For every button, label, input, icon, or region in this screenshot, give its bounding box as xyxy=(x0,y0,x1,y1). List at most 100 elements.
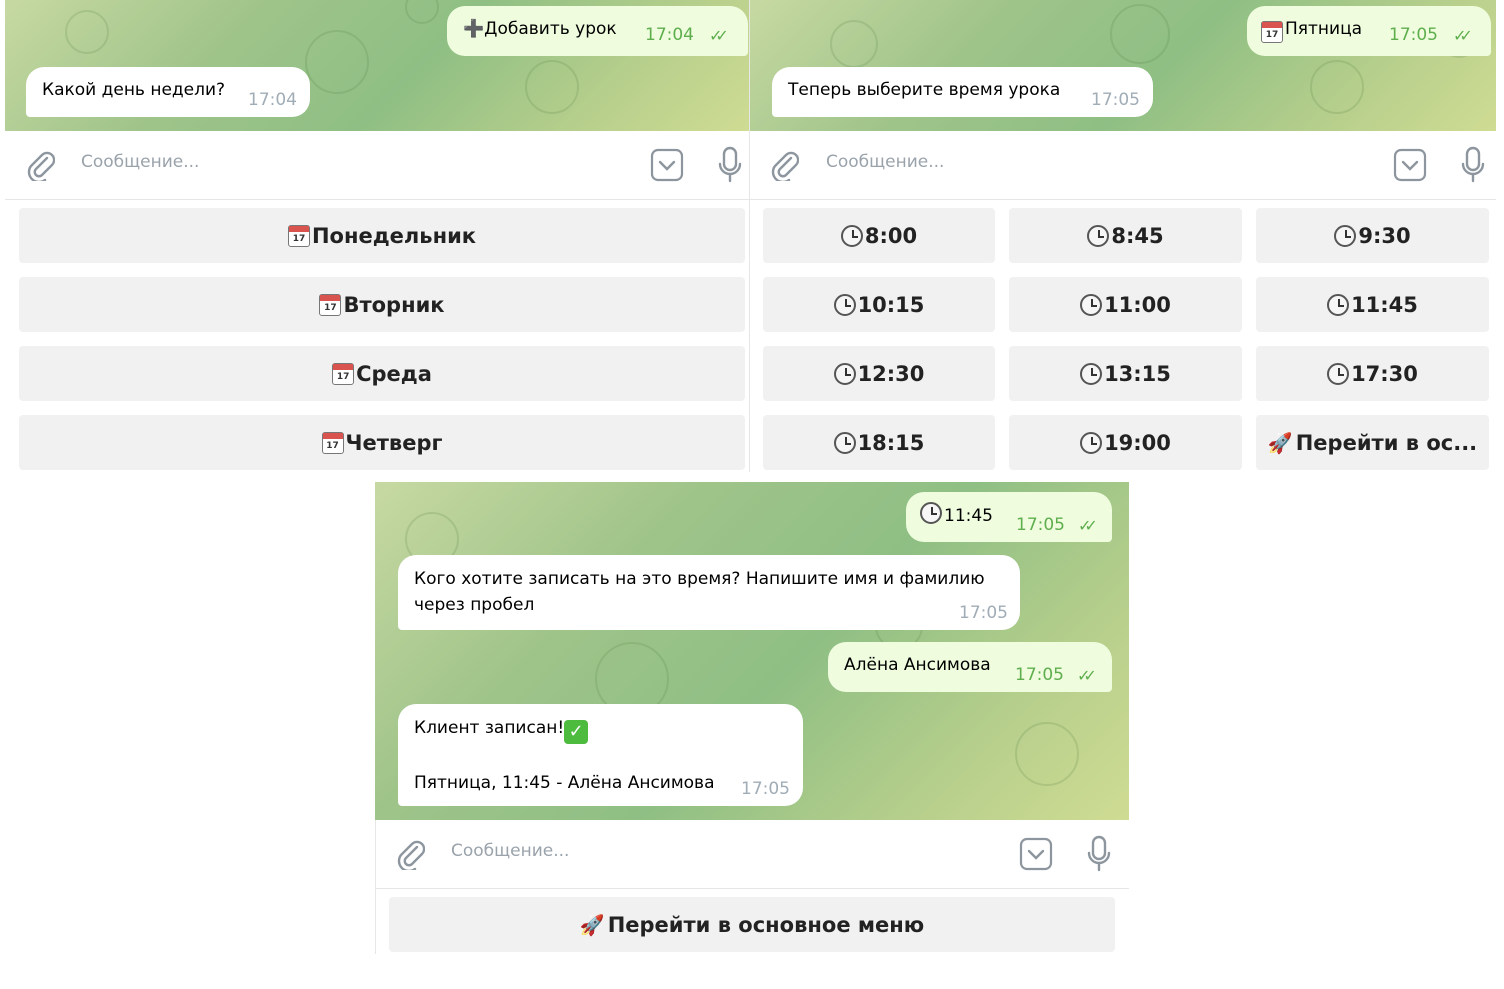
sent-message-add-lesson: ➕Добавить урок 17:04 ✓✓ xyxy=(447,6,748,56)
check-mark-icon: ✓ xyxy=(564,720,589,744)
weekday-label: Среда xyxy=(356,361,432,386)
calendar-icon: 17 xyxy=(332,362,355,385)
time-button-13-15[interactable]: 13:15 xyxy=(1009,346,1242,401)
time-button-9-30[interactable]: 9:30 xyxy=(1256,208,1489,263)
sent-message-time: 11:45 17:05 ✓✓ xyxy=(906,492,1112,542)
message-time: 17:05 xyxy=(959,603,1008,623)
time-label: 11:00 xyxy=(1104,292,1171,317)
rocket-icon: 🚀 xyxy=(579,912,605,937)
paperclip-icon[interactable] xyxy=(395,838,425,870)
time-button-11-00[interactable]: 11:00 xyxy=(1009,277,1242,332)
chat-panel-time: 17 Пятница 17:05 ✓✓ Теперь выберите время… xyxy=(750,0,1496,472)
time-button-8-00[interactable]: 8:00 xyxy=(763,208,995,263)
time-button-12-30[interactable]: 12:30 xyxy=(763,346,995,401)
message-text: 11:45 xyxy=(944,506,993,526)
time-label: 8:00 xyxy=(864,223,918,248)
received-message-booking-confirmed: Клиент записан! ✓ Пятница, 11:45 - Алёна … xyxy=(398,704,803,806)
received-message-weekday-question: Какой день недели? 17:04 xyxy=(26,67,310,117)
message-time: 17:05 xyxy=(741,779,790,799)
received-message-time-question: Теперь выберите время урока 17:05 xyxy=(772,67,1153,117)
time-label: 13:15 xyxy=(1104,361,1171,386)
read-checkmarks-icon: ✓✓ xyxy=(709,26,729,45)
received-message-name-request: Кого хотите записать на это время? Напиш… xyxy=(398,555,1020,630)
microphone-icon[interactable] xyxy=(1460,146,1486,184)
keyboard-toggle-icon[interactable] xyxy=(650,148,684,182)
keyboard-toggle-icon[interactable] xyxy=(1019,837,1053,871)
time-button-17-30[interactable]: 17:30 xyxy=(1256,346,1489,401)
message-time: 17:05 xyxy=(1389,25,1438,45)
clock-icon xyxy=(1327,362,1350,385)
paperclip-icon[interactable] xyxy=(25,149,55,181)
message-input-bar: Сообщение... xyxy=(750,131,1496,200)
time-label: 10:15 xyxy=(857,292,925,317)
time-label: 18:15 xyxy=(857,430,925,455)
time-button-11-45[interactable]: 11:45 xyxy=(1256,277,1489,332)
clock-icon xyxy=(1080,431,1103,454)
clock-icon xyxy=(1087,224,1110,247)
chat-panel-weekday: ➕Добавить урок 17:04 ✓✓ Какой день недел… xyxy=(5,0,750,472)
weekday-label: Понедельник xyxy=(311,223,477,248)
message-time: 17:05 xyxy=(1016,515,1065,535)
weekday-button-tuesday[interactable]: 17 Вторник xyxy=(19,277,745,332)
sent-message-friday: 17 Пятница 17:05 ✓✓ xyxy=(1247,6,1491,56)
message-input[interactable]: Сообщение... xyxy=(81,152,199,172)
time-label: 19:00 xyxy=(1104,430,1171,455)
panel-divider xyxy=(375,820,376,954)
message-text-line1: Кого хотите записать на это время? Напиш… xyxy=(414,569,985,589)
weekday-label: Четверг xyxy=(345,430,443,455)
clock-icon xyxy=(840,224,863,247)
message-input-bar: Сообщение... xyxy=(5,131,750,200)
time-button-19-00[interactable]: 19:00 xyxy=(1009,415,1242,470)
calendar-icon: 17 xyxy=(319,293,342,316)
message-text: ➕Добавить урок xyxy=(463,19,617,39)
time-label: 9:30 xyxy=(1358,223,1411,248)
clock-icon xyxy=(833,293,856,316)
clock-icon xyxy=(833,362,856,385)
time-button-10-15[interactable]: 10:15 xyxy=(763,277,995,332)
time-label: 17:30 xyxy=(1351,361,1418,386)
message-input[interactable]: Сообщение... xyxy=(451,841,569,861)
message-text: Алёна Ансимова xyxy=(844,655,991,675)
message-text: Теперь выберите время урока xyxy=(788,80,1061,100)
menu-label: Перейти в основное меню xyxy=(607,912,925,937)
clock-icon xyxy=(1080,362,1103,385)
time-label: 8:45 xyxy=(1111,223,1164,248)
calendar-icon: 17 xyxy=(321,431,344,454)
clock-icon xyxy=(1327,293,1350,316)
weekday-button-thursday[interactable]: 17 Четверг xyxy=(19,415,745,470)
main-menu-button[interactable]: 🚀 Перейти в ос... xyxy=(1256,415,1489,470)
time-button-18-15[interactable]: 18:15 xyxy=(763,415,995,470)
main-menu-button[interactable]: 🚀 Перейти в основное меню xyxy=(389,897,1115,952)
microphone-icon[interactable] xyxy=(1086,835,1112,873)
weekday-button-wednesday[interactable]: 17 Среда xyxy=(19,346,745,401)
microphone-icon[interactable] xyxy=(717,146,743,184)
message-text-line2: Пятница, 11:45 - Алёна Ансимова xyxy=(414,773,715,793)
message-time: 17:05 xyxy=(1015,665,1064,685)
time-button-8-45[interactable]: 8:45 xyxy=(1009,208,1242,263)
weekday-button-monday[interactable]: 17 Понедельник xyxy=(19,208,745,263)
message-text: Какой день недели? xyxy=(42,80,226,100)
read-checkmarks-icon: ✓✓ xyxy=(1078,516,1098,535)
weekday-label: Вторник xyxy=(343,292,445,317)
message-input[interactable]: Сообщение... xyxy=(826,152,944,172)
rocket-icon: 🚀 xyxy=(1267,430,1293,455)
keyboard-toggle-icon[interactable] xyxy=(1393,148,1427,182)
clock-icon xyxy=(1334,224,1357,247)
sent-message-client-name: Алёна Ансимова 17:05 ✓✓ xyxy=(828,642,1112,692)
message-text: Пятница xyxy=(1285,19,1363,39)
message-text-line1: Клиент записан! xyxy=(414,718,565,738)
time-label: 11:45 xyxy=(1351,292,1418,317)
message-time: 17:04 xyxy=(645,25,694,45)
calendar-icon: 17 xyxy=(1261,21,1283,43)
paperclip-icon[interactable] xyxy=(769,149,799,181)
message-text-line2: через пробел xyxy=(414,595,535,615)
chat-panel-confirmation: 11:45 17:05 ✓✓ Кого хотите записать на э… xyxy=(375,482,1129,954)
read-checkmarks-icon: ✓✓ xyxy=(1453,26,1473,45)
menu-label: Перейти в ос... xyxy=(1295,430,1478,455)
time-label: 12:30 xyxy=(857,361,925,386)
message-time: 17:05 xyxy=(1091,90,1140,110)
message-time: 17:04 xyxy=(248,90,297,110)
clock-icon xyxy=(1080,293,1103,316)
message-input-bar: Сообщение... xyxy=(375,820,1129,889)
calendar-icon: 17 xyxy=(287,224,310,247)
